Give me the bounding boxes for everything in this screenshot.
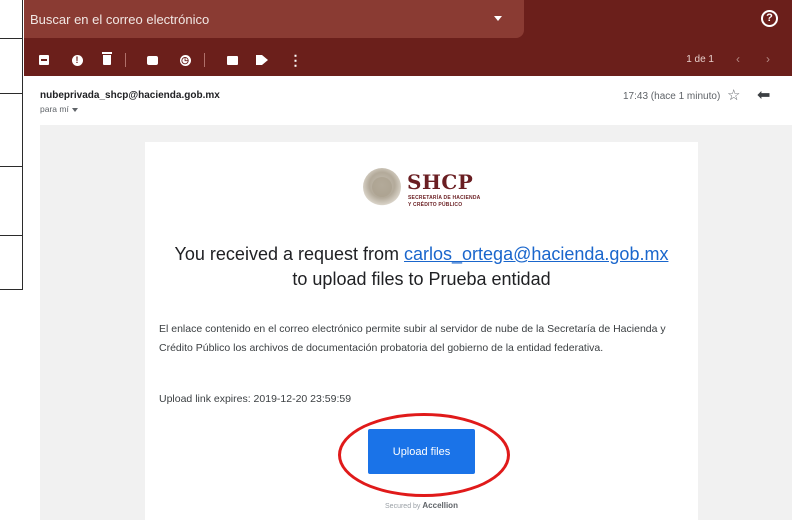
toolbar-separator [204,53,205,67]
help-icon[interactable]: ? [761,10,778,27]
email-body-text: El enlace contenido en el correo electró… [159,323,666,354]
archive-icon[interactable] [34,48,54,72]
older-arrow-icon[interactable]: › [766,52,770,66]
labels-icon[interactable] [252,48,272,72]
recipient-details[interactable]: para mí [40,104,78,114]
window-divider [0,235,23,236]
window-divider [0,38,23,39]
message-toolbar: ! ◷ ⋮ 1 de 1 ‹ › [24,48,792,72]
upload-files-button[interactable]: Upload files [368,429,475,474]
report-spam-icon[interactable]: ! [67,48,87,72]
background-window-edge [0,0,24,520]
mark-unread-icon[interactable] [142,48,162,72]
logo-subtitle: SECRETARÍA DE HACIENDA [408,195,481,201]
newer-arrow-icon[interactable]: ‹ [736,52,740,66]
reply-icon[interactable]: ⬅︎ [757,85,770,105]
search-options-icon[interactable] [494,16,502,21]
headline-prefix: You received a request from [174,244,405,264]
request-headline: You received a request from carlos_orteg… [145,242,698,292]
logo-title: SHCP [407,170,474,194]
window-border [22,0,23,290]
logo-subtitle: Y CRÉDITO PÚBLICO [408,202,463,208]
search-input[interactable] [30,11,490,27]
shcp-logo: SHCP SECRETARÍA DE HACIENDA Y CRÉDITO PÚ… [355,164,495,212]
accellion-brand: Accellion [422,501,458,510]
recipient-label: para mí [40,104,69,114]
link-expiration: Upload link expires: 2019-12-20 23:59:59 [159,393,352,405]
sender-address[interactable]: nubeprivada_shcp@hacienda.gob.mx [40,90,220,101]
email-card: SHCP SECRETARÍA DE HACIENDA Y CRÉDITO PÚ… [145,142,698,520]
headline-suffix: to upload files to Prueba entidad [292,269,551,289]
move-to-icon[interactable] [222,48,242,72]
toolbar-separator [125,53,126,67]
message-timestamp: 17:43 (hace 1 minuto) [623,91,721,102]
delete-icon[interactable] [97,48,117,72]
snooze-icon[interactable]: ◷ [175,48,195,72]
window-divider [0,289,23,290]
more-icon[interactable]: ⋮ [285,48,305,72]
mail-header: ? ! ◷ ⋮ 1 de 1 ‹ › [24,0,792,76]
chevron-down-icon[interactable] [71,107,78,112]
requester-email-link[interactable]: carlos_ortega@hacienda.gob.mx [404,244,668,264]
window-divider [0,166,23,167]
star-icon[interactable]: ☆ [727,86,740,104]
secured-by-footer: Secured by Accellion [145,501,698,510]
secured-prefix: Secured by [385,503,421,510]
national-seal-icon [363,168,401,206]
search-box[interactable] [24,0,524,38]
pagination-count: 1 de 1 [686,54,714,65]
window-divider [0,93,23,94]
